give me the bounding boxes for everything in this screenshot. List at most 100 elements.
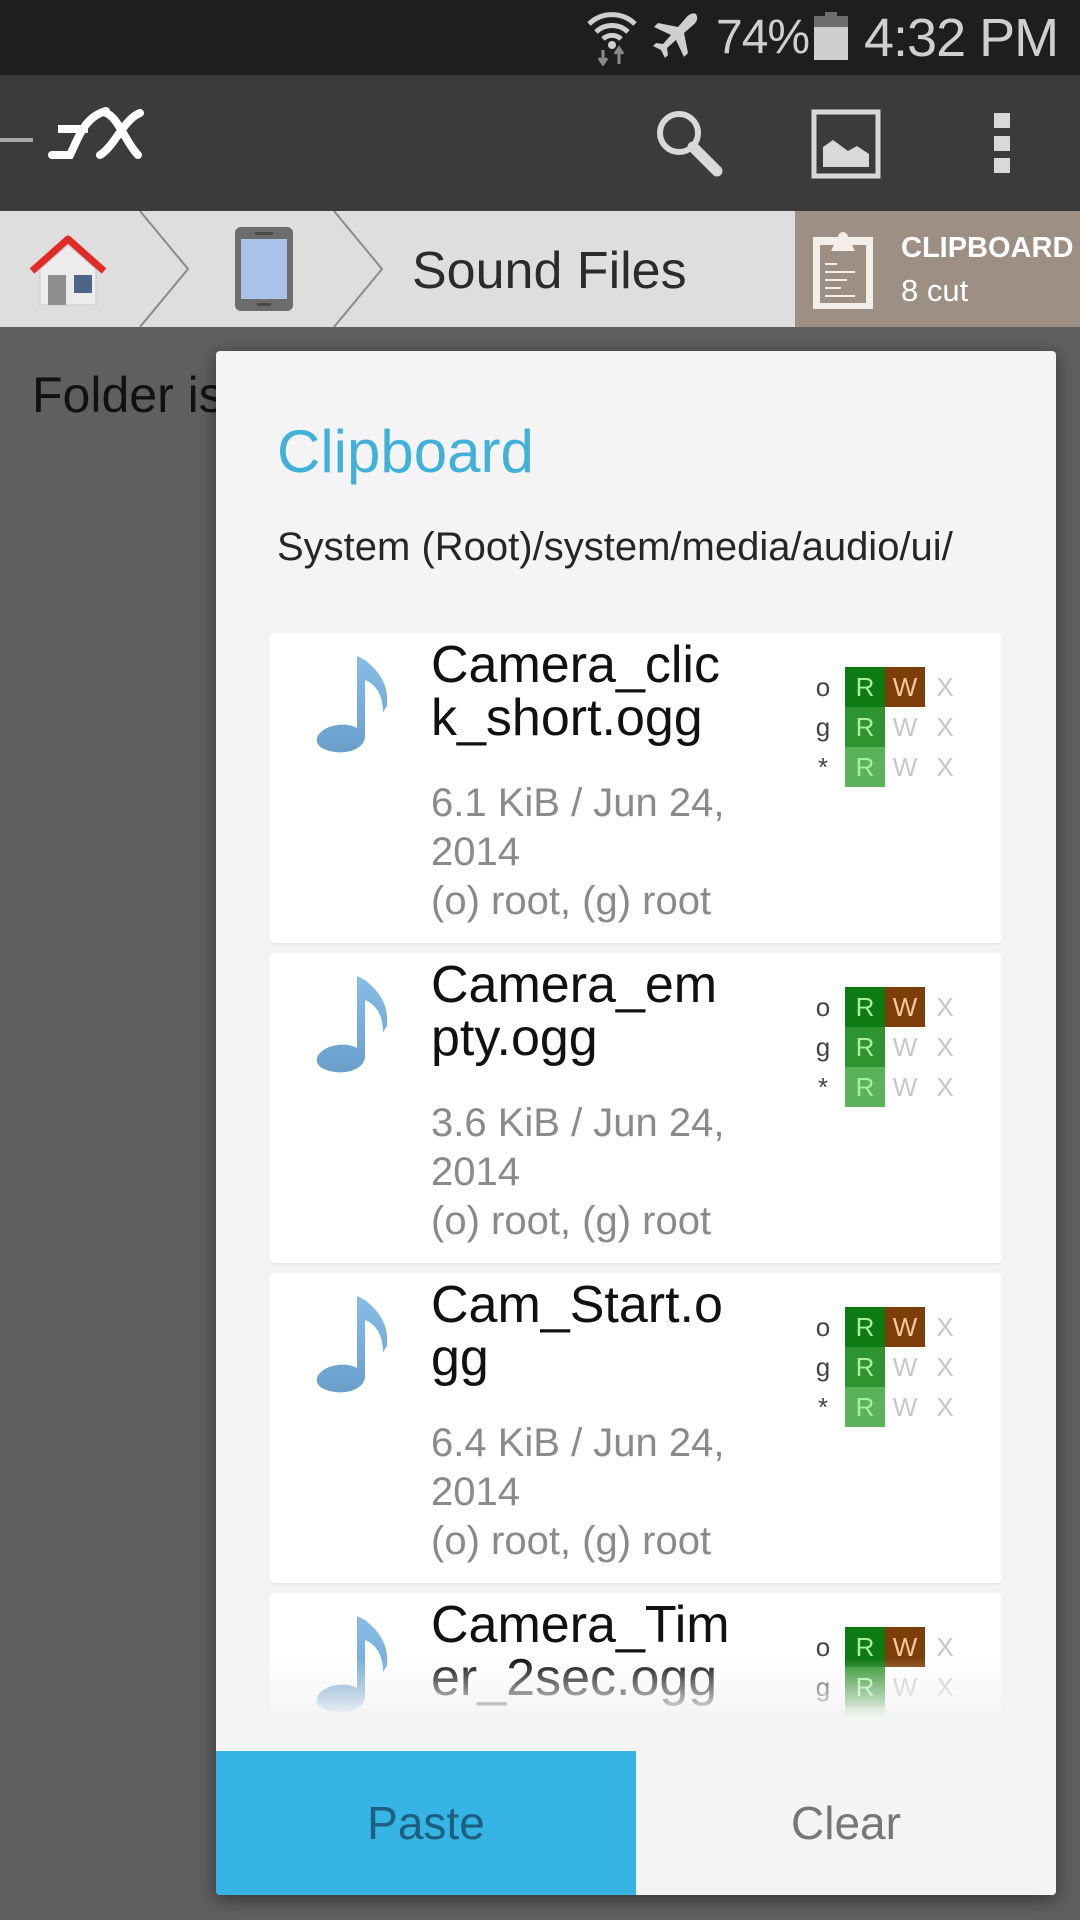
permission-r: R: [845, 1707, 885, 1718]
permission-x: X: [936, 1072, 954, 1102]
device-storage-icon[interactable]: [233, 225, 295, 313]
file-name: Camera_empty.ogg: [431, 956, 718, 1067]
clock: 4:32 PM: [864, 8, 1059, 68]
clipboard-source-path: System (Root)/system/media/audio/ui/: [277, 525, 953, 569]
permission-x: X: [936, 1352, 954, 1382]
permission-w: W: [885, 667, 925, 707]
clear-button[interactable]: Clear: [636, 1751, 1056, 1895]
permission-r: R: [845, 707, 885, 747]
permissions-grid: oRWXgRWX*RWX: [810, 1307, 990, 1427]
file-name: Camera_Timer_2sec.ogg: [431, 1596, 730, 1707]
breadcrumb-current-folder[interactable]: Sound Files: [412, 241, 687, 301]
permission-scope-label: *: [817, 1072, 829, 1102]
permission-scope-label: g: [815, 1672, 831, 1702]
permission-w: W: [892, 1392, 918, 1422]
permission-scope-label: g: [815, 712, 831, 742]
permission-w: W: [892, 1352, 918, 1382]
permission-x: X: [936, 992, 954, 1022]
permission-r: R: [845, 1307, 885, 1347]
permission-row-other: * RWX: [810, 1067, 990, 1107]
file-item[interactable]: Camera_click_short.ogg 6.1 KiB / Jun 24, …: [270, 633, 1001, 943]
permission-row-group: gRWX: [810, 1347, 990, 1387]
permission-row-other: * RWX: [810, 747, 990, 787]
permission-x: X: [936, 672, 954, 702]
permission-w: W: [885, 1707, 925, 1718]
file-owner: (o) root, (g) root: [431, 1519, 712, 1563]
permission-x: X: [936, 1672, 954, 1702]
permission-r: R: [845, 1627, 885, 1667]
permission-r: R: [845, 667, 885, 707]
permissions-grid: oRWXgRWX*RWX: [810, 987, 990, 1107]
file-size-date: 6.4 KiB / Jun 24, 2014: [431, 1421, 725, 1514]
breadcrumb-separator: [139, 211, 190, 327]
dialog-title: Clipboard: [277, 418, 534, 485]
airplane-mode-icon: [653, 13, 698, 59]
permission-w: W: [885, 1627, 925, 1667]
audio-file-icon: [316, 976, 388, 1073]
permission-x: X: [925, 1707, 965, 1718]
permission-w: W: [892, 1032, 918, 1062]
permission-row-other: * RWX: [810, 1387, 990, 1427]
file-name: Camera_click_short.ogg: [431, 636, 720, 747]
permission-w: W: [885, 1307, 925, 1347]
wifi-data-icon: [587, 12, 637, 66]
audio-file-icon: [316, 1296, 388, 1393]
file-meta: 6.1 KiB / Jun 24, 2014 (o) root, (g) root: [431, 779, 751, 926]
permission-x: X: [936, 1632, 954, 1662]
permission-x: X: [936, 752, 954, 782]
permission-scope-label: o: [815, 1632, 831, 1662]
permission-row-group: gRWX: [810, 1667, 990, 1707]
battery-icon: [814, 12, 848, 60]
file-item[interactable]: Cam_Start.ogg 6.4 KiB / Jun 24, 2014 (o) r…: [270, 1273, 1001, 1583]
permission-r: R: [845, 1027, 885, 1067]
action-bar: [0, 75, 1080, 211]
file-owner: (o) root, (g) root: [431, 879, 712, 923]
file-size-date: 6.1 KiB / Jun 24, 2014: [431, 781, 725, 874]
audio-file-icon: [316, 656, 388, 753]
permission-w: W: [892, 1672, 918, 1702]
permission-scope-label: g: [815, 1352, 831, 1382]
file-item[interactable]: Camera_empty.ogg 3.6 KiB / Jun 24, 2014 (o…: [270, 953, 1001, 1263]
search-icon[interactable]: [655, 109, 725, 179]
permission-r: R: [845, 987, 885, 1027]
permission-r: R: [845, 747, 885, 787]
clipboard-icon: [813, 232, 873, 309]
permission-r: R: [845, 1347, 885, 1387]
status-bar: 74% 4:32 PM: [0, 0, 1080, 75]
home-icon[interactable]: [28, 235, 108, 307]
clipboard-file-list[interactable]: Camera_click_short.ogg 6.1 KiB / Jun 24, …: [270, 633, 1001, 1718]
permission-scope-label: o: [815, 992, 831, 1022]
audio-file-icon: [316, 1616, 388, 1713]
permission-scope-label: o: [815, 672, 831, 702]
permission-r: R: [845, 1667, 885, 1707]
breadcrumb-separator: [333, 211, 384, 327]
file-item[interactable]: Camera_Timer_2sec.oggoRWXgRWX*RWX: [270, 1593, 1001, 1718]
permission-scope-label: g: [815, 1032, 831, 1062]
battery-percent: 74%: [716, 11, 810, 64]
clipboard-button[interactable]: CLIPBOARD 8 cut: [795, 211, 1080, 327]
permission-x: X: [936, 712, 954, 742]
permission-scope-label: *: [817, 752, 829, 782]
file-meta: 3.6 KiB / Jun 24, 2014 (o) root, (g) root: [431, 1099, 751, 1246]
image-view-icon[interactable]: [811, 109, 881, 179]
clipboard-count: 8 cut: [901, 273, 969, 308]
permission-w: W: [892, 712, 918, 742]
overflow-menu-icon[interactable]: [988, 111, 1016, 177]
permissions-grid: oRWXgRWX*RWX: [810, 667, 990, 787]
permission-row-other: * RWX: [810, 1707, 990, 1718]
permission-w: W: [892, 1072, 918, 1102]
paste-button[interactable]: Paste: [216, 1751, 636, 1895]
permission-row-owner: oRWX: [810, 667, 990, 707]
permission-x: X: [936, 1312, 954, 1342]
permission-r: R: [845, 1387, 885, 1427]
permission-row-group: gRWX: [810, 707, 990, 747]
file-name: Cam_Start.ogg: [431, 1276, 723, 1387]
app-logo[interactable]: [48, 103, 144, 163]
up-navigation-icon[interactable]: [0, 138, 33, 142]
permission-w: W: [885, 987, 925, 1027]
clipboard-dialog: Clipboard System (Root)/system/media/aud…: [216, 351, 1056, 1895]
permission-scope-label: *: [817, 1392, 829, 1422]
permission-w: W: [892, 752, 918, 782]
permission-row-owner: oRWX: [810, 1307, 990, 1347]
permission-scope-label: o: [815, 1312, 831, 1342]
